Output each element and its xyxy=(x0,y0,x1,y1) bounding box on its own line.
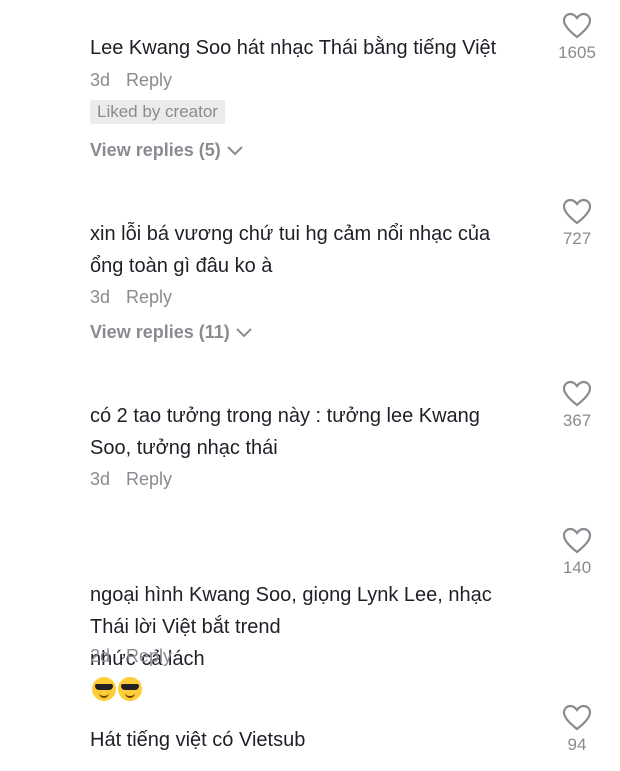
like-count: 140 xyxy=(562,558,592,577)
like-count: 94 xyxy=(567,735,587,754)
like-button[interactable]: 1605 xyxy=(552,12,602,63)
like-button[interactable]: 140 xyxy=(552,527,602,578)
comment-meta: 3d Reply xyxy=(90,70,172,91)
comment-meta: 3d Reply xyxy=(90,287,172,308)
reply-button[interactable]: Reply xyxy=(126,287,172,308)
comment-text: ngoại hình Kwang Soo, giọng Lynk Lee, nh… xyxy=(90,547,540,707)
comment-meta: 2d Reply xyxy=(90,646,172,667)
comment-time: 3d xyxy=(90,287,111,307)
like-button[interactable]: 94 xyxy=(552,704,602,755)
comment-time: 3d xyxy=(90,70,111,90)
like-count: 367 xyxy=(562,411,592,430)
chevron-down-icon xyxy=(236,327,252,337)
liked-by-creator-badge: Liked by creator xyxy=(90,100,225,124)
like-button[interactable]: 727 xyxy=(552,198,602,249)
like-button[interactable]: 367 xyxy=(552,380,602,431)
comment-time: 3d xyxy=(90,469,111,489)
view-replies-label: View replies (11) xyxy=(90,322,230,342)
view-replies-button[interactable]: View replies (11) xyxy=(90,322,252,343)
comment-time: 2d xyxy=(90,646,111,666)
sunglasses-emoji xyxy=(118,677,142,701)
sunglasses-emoji xyxy=(92,677,116,701)
comment-text: Lee Kwang Soo hát nhạc Thái bằng tiếng V… xyxy=(90,37,497,59)
heart-outline-icon xyxy=(562,704,592,731)
heart-outline-icon xyxy=(562,12,592,39)
reply-button[interactable]: Reply xyxy=(126,70,172,91)
reply-button[interactable]: Reply xyxy=(126,469,172,490)
comment-text: xin lỗi bá vương chứ tui hg cảm nổi nhạc… xyxy=(90,223,491,277)
chevron-down-icon xyxy=(227,145,243,155)
view-replies-button[interactable]: View replies (5) xyxy=(90,140,243,161)
comment-text: có 2 tao tưởng trong này : tưởng lee Kwa… xyxy=(90,405,480,459)
like-count: 1605 xyxy=(558,43,596,62)
heart-outline-icon xyxy=(562,380,592,407)
view-replies-label: View replies (5) xyxy=(90,140,221,160)
heart-outline-icon xyxy=(562,527,592,554)
like-count: 727 xyxy=(562,229,592,248)
comment-text: Hát tiếng việt có Vietsub xyxy=(90,729,306,751)
heart-outline-icon xyxy=(562,198,592,225)
comment-meta: 3d Reply xyxy=(90,469,172,490)
reply-button[interactable]: Reply xyxy=(126,646,172,667)
